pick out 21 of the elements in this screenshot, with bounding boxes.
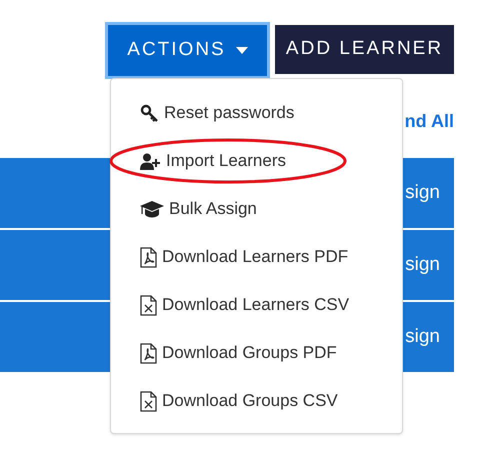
assign-link[interactable]: sign xyxy=(405,250,440,280)
pdf-file-icon xyxy=(140,246,157,268)
caret-icon xyxy=(236,47,248,54)
menu-item[interactable]: Download Learners CSV xyxy=(111,281,402,329)
csv-file-icon xyxy=(140,294,157,316)
menu-item[interactable]: Download Learners PDF xyxy=(111,233,402,281)
csv-file-icon xyxy=(140,390,157,412)
menu-item[interactable]: Download Groups CSV xyxy=(111,377,402,425)
expand-all-link[interactable]: nd All xyxy=(404,108,454,132)
menu-item[interactable]: Bulk Assign xyxy=(111,185,402,233)
user-plus-icon xyxy=(140,152,161,170)
assign-link[interactable]: sign xyxy=(405,322,440,352)
menu-item[interactable]: Reset passwords xyxy=(111,89,402,137)
pdf-file-icon xyxy=(140,342,157,364)
assign-link[interactable]: sign xyxy=(405,178,440,208)
graduation-cap-icon xyxy=(140,200,164,218)
key-icon xyxy=(140,104,159,122)
menu-item[interactable]: Download Groups PDF xyxy=(111,329,402,377)
menu-item[interactable]: Import Learners xyxy=(111,137,402,185)
actions-button[interactable]: ACTIONS xyxy=(108,25,267,76)
add-learner-button[interactable]: ADD LEARNER xyxy=(275,25,454,74)
